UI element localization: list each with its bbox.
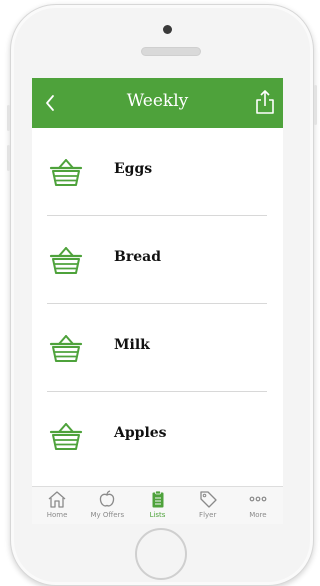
more-icon	[248, 490, 268, 508]
power-button	[314, 85, 317, 125]
basket-icon	[49, 332, 83, 364]
share-button[interactable]	[253, 88, 277, 116]
tab-label: Home	[46, 511, 68, 519]
basket-icon	[49, 244, 83, 276]
list-item-label: Bread	[114, 249, 161, 265]
basket-icon	[49, 156, 83, 188]
apple-icon	[97, 490, 117, 508]
tab-home[interactable]: Home	[32, 487, 82, 524]
list-item[interactable]: Bread	[32, 216, 283, 304]
clipboard-icon	[148, 490, 168, 508]
tab-label: More	[249, 511, 267, 519]
volume-down-button	[7, 145, 10, 171]
app-screen: Weekly Eggs Bread Milk Apples Home My Of…	[32, 78, 283, 524]
shopping-list: Eggs Bread Milk Apples	[32, 128, 283, 480]
tab-my-offers[interactable]: My Offers	[82, 487, 132, 524]
tab-bar: Home My Offers Lists Flyer More	[32, 486, 283, 524]
list-item-label: Milk	[114, 337, 150, 353]
tab-label: Lists	[149, 511, 166, 519]
volume-up-button	[7, 105, 10, 131]
home-icon	[47, 490, 67, 508]
tab-label: Flyer	[199, 511, 217, 519]
share-icon	[256, 90, 274, 114]
front-camera	[163, 25, 172, 34]
list-item-label: Apples	[114, 425, 167, 441]
home-hardware-button	[135, 528, 187, 580]
tab-lists[interactable]: Lists	[132, 487, 182, 524]
earpiece-speaker	[141, 47, 201, 56]
chevron-left-icon	[46, 95, 54, 111]
list-item[interactable]: Milk	[32, 304, 283, 392]
tab-flyer[interactable]: Flyer	[183, 487, 233, 524]
tab-label: My Offers	[90, 511, 125, 519]
tag-icon	[198, 490, 218, 508]
list-item[interactable]: Apples	[32, 392, 283, 480]
basket-icon	[49, 420, 83, 452]
list-item-label: Eggs	[114, 161, 153, 177]
list-item[interactable]: Eggs	[32, 128, 283, 216]
nav-bar: Weekly	[32, 78, 283, 128]
page-title: Weekly	[126, 91, 189, 111]
back-button[interactable]	[38, 90, 62, 116]
tab-more[interactable]: More	[233, 487, 283, 524]
